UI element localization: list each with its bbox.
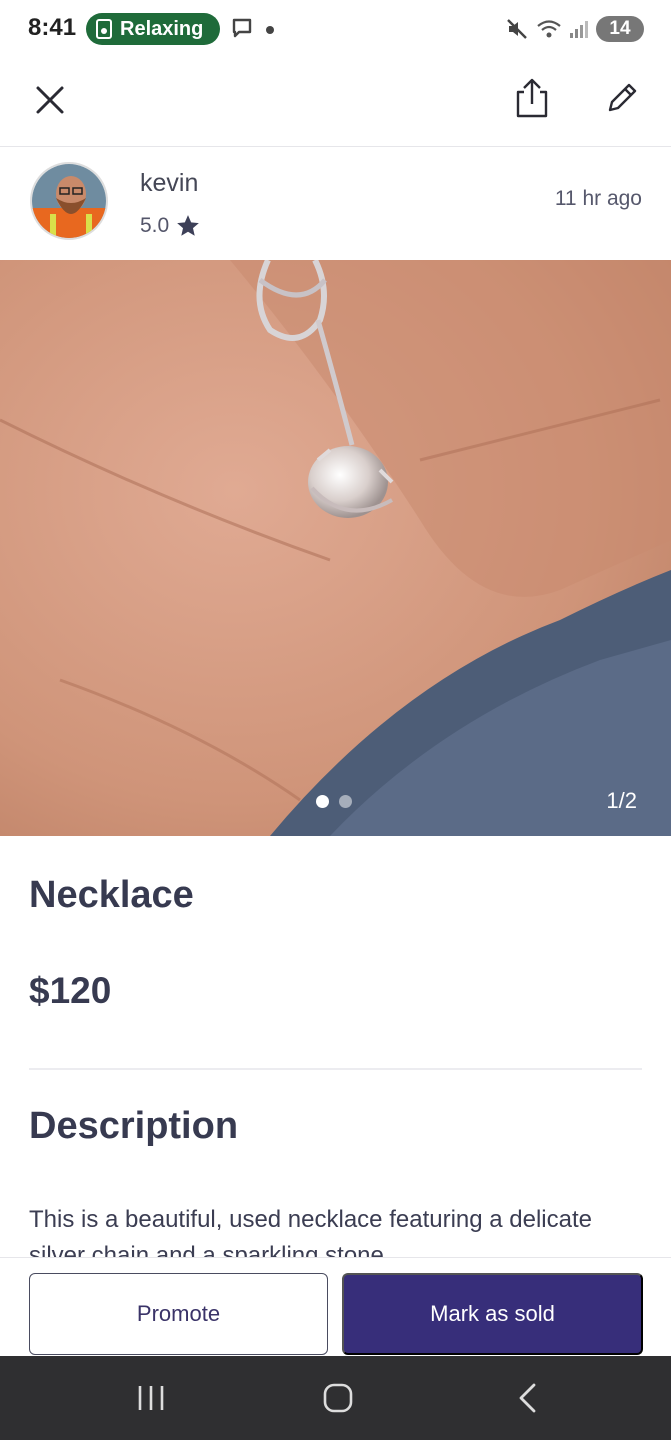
home-icon[interactable]: [322, 1382, 354, 1414]
recents-icon[interactable]: [136, 1384, 166, 1412]
listing-photo[interactable]: [0, 260, 671, 836]
edit-icon[interactable]: [602, 78, 642, 118]
status-bar: 8:41 Relaxing 14: [0, 0, 671, 60]
promote-button[interactable]: Promote: [29, 1273, 328, 1355]
share-icon[interactable]: [510, 76, 554, 120]
description-heading: Description: [29, 1105, 239, 1147]
description-text: This is a beautiful, used necklace featu…: [29, 1206, 593, 1260]
mark-as-sold-button[interactable]: Mark as sold: [342, 1273, 643, 1355]
seller-rating: 5.0: [140, 213, 201, 239]
close-icon[interactable]: [30, 80, 70, 120]
photo-pagination[interactable]: [316, 795, 352, 808]
divider: [29, 1068, 642, 1070]
photo-counter: 1/2: [606, 788, 637, 813]
app-header: [0, 60, 671, 147]
page-dot-1[interactable]: [316, 795, 329, 808]
rating-value: 5.0: [140, 214, 170, 237]
page-dot-2[interactable]: [339, 795, 352, 808]
system-nav-bar: [0, 1356, 671, 1440]
message-icon: [232, 18, 252, 38]
wifi-icon: [537, 20, 561, 38]
speaker-icon: [96, 19, 112, 39]
signal-icon: [570, 21, 588, 38]
listing-price: $120: [29, 970, 112, 1011]
status-time: 8:41: [28, 14, 77, 41]
dot-icon: [266, 26, 274, 34]
mute-icon: [507, 19, 527, 39]
star-icon: [177, 215, 200, 236]
back-icon[interactable]: [514, 1382, 542, 1414]
battery-icon: 14: [596, 16, 644, 42]
listing-title: Necklace: [29, 874, 194, 916]
action-bar: Promote Mark as sold: [0, 1257, 671, 1357]
post-time: 11 hr ago: [554, 187, 642, 210]
focus-mode-pill[interactable]: Relaxing: [86, 13, 220, 45]
focus-mode-label: Relaxing: [120, 17, 204, 40]
seller-row[interactable]: kevin 5.0 11 hr ago: [0, 147, 671, 259]
battery-level: 14: [609, 18, 631, 39]
avatar[interactable]: [30, 162, 108, 240]
seller-name[interactable]: kevin: [140, 169, 198, 198]
